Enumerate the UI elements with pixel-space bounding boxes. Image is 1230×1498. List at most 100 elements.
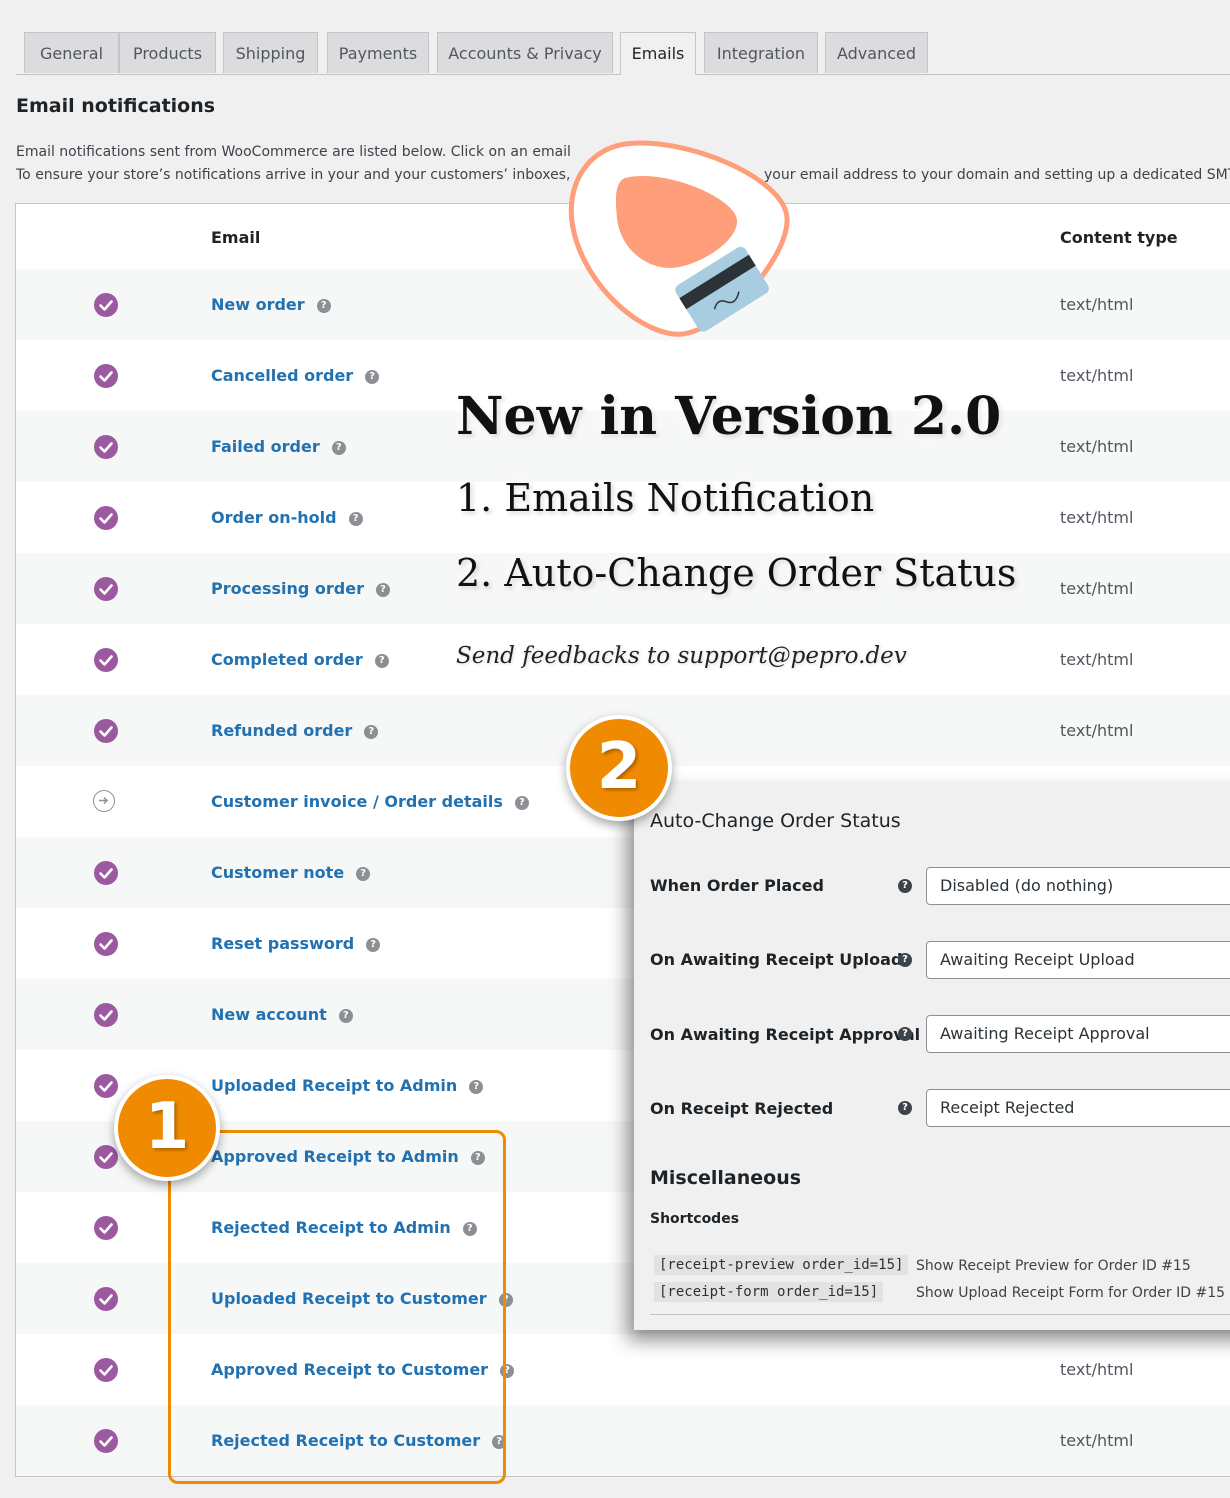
email-link[interactable]: New account?	[211, 1005, 353, 1024]
check-circle-icon	[94, 719, 118, 743]
email-link[interactable]: Failed order?	[211, 437, 346, 456]
select-receipt-rejected[interactable]: Receipt Rejected	[926, 1089, 1230, 1127]
check-circle-icon	[94, 861, 118, 885]
content-type: text/html	[1060, 650, 1134, 669]
shortcode-receipt-form-desc: Show Upload Receipt Form for Order ID #1…	[916, 1285, 1226, 1301]
content-type: text/html	[1060, 1431, 1134, 1450]
check-circle-icon	[94, 1429, 118, 1453]
email-name[interactable]: New account	[211, 1005, 327, 1024]
tab-payments[interactable]: Payments	[327, 32, 429, 73]
field-label-when-order-placed: When Order Placed	[650, 876, 824, 895]
column-header-content-type: Content type	[1060, 228, 1178, 247]
check-circle-icon	[94, 1358, 118, 1382]
miscellaneous-title: Miscellaneous	[650, 1167, 802, 1189]
email-link[interactable]: Cancelled order?	[211, 366, 380, 385]
description-line-1: Email notifications sent from WooCommerc…	[16, 144, 571, 160]
help-icon[interactable]: ?	[331, 440, 346, 455]
receipt-logo-icon	[565, 138, 795, 353]
badge-one: 1	[114, 1075, 220, 1181]
email-link[interactable]: Order on-hold?	[211, 508, 363, 527]
content-type: text/html	[1060, 1360, 1134, 1379]
content-type: text/html	[1060, 721, 1134, 740]
help-icon[interactable]: ?	[469, 1079, 484, 1094]
email-name[interactable]: Cancelled order	[211, 366, 353, 385]
shortcodes-label: Shortcodes	[650, 1211, 740, 1227]
promo-feedback: Send feedbacks to support@pepro.dev	[456, 643, 907, 669]
email-name[interactable]: Failed order	[211, 437, 320, 456]
help-icon[interactable]: ?	[365, 369, 380, 384]
field-label-awaiting-receipt-upload: On Awaiting Receipt Upload	[650, 950, 903, 969]
tab-advanced[interactable]: Advanced	[825, 32, 928, 73]
check-circle-icon	[94, 506, 118, 530]
email-link[interactable]: New order?	[211, 295, 331, 314]
email-name[interactable]: New order	[211, 295, 305, 314]
panel-divider	[650, 1314, 1230, 1315]
help-icon[interactable]: ?	[366, 937, 381, 952]
email-name[interactable]: Refunded order	[211, 721, 352, 740]
email-name[interactable]: Reset password	[211, 934, 354, 953]
select-awaiting-receipt-upload[interactable]: Awaiting Receipt Upload	[926, 941, 1230, 979]
promo-item-1: 1. Emails Notification	[456, 476, 875, 520]
email-name[interactable]: Uploaded Receipt to Admin	[211, 1076, 457, 1095]
settings-tabs: General Products Shipping Payments Accou…	[16, 32, 1230, 75]
content-type: text/html	[1060, 579, 1134, 598]
check-circle-icon	[94, 1287, 118, 1311]
help-icon[interactable]: ?	[375, 582, 390, 597]
help-icon[interactable]: ?	[898, 953, 912, 967]
badge-two: 2	[566, 715, 672, 821]
new-emails-highlight	[168, 1130, 506, 1484]
help-icon[interactable]: ?	[514, 795, 529, 810]
description-line-2-left: To ensure your store’s notifications arr…	[16, 167, 571, 183]
select-awaiting-receipt-approval[interactable]: Awaiting Receipt Approval	[926, 1015, 1230, 1053]
shortcode-receipt-form: [receipt-form order_id=15]	[654, 1282, 884, 1302]
check-circle-icon	[94, 435, 118, 459]
email-name[interactable]: Customer invoice / Order details	[211, 792, 503, 811]
email-name[interactable]: Customer note	[211, 863, 344, 882]
column-header-email: Email	[211, 228, 261, 247]
check-circle-icon	[94, 932, 118, 956]
panel-title: Auto-Change Order Status	[650, 810, 901, 832]
check-circle-icon	[94, 577, 118, 601]
tab-integration[interactable]: Integration	[704, 32, 818, 73]
help-icon[interactable]: ?	[374, 653, 389, 668]
arrow-circle-icon	[93, 790, 115, 812]
email-name[interactable]: Processing order	[211, 579, 364, 598]
check-circle-icon	[94, 648, 118, 672]
content-type: text/html	[1060, 437, 1134, 456]
help-icon[interactable]: ?	[356, 866, 371, 881]
content-type: text/html	[1060, 366, 1134, 385]
check-circle-icon	[94, 1145, 118, 1169]
help-icon[interactable]: ?	[898, 1101, 912, 1115]
promo-title: New in Version 2.0	[456, 386, 1002, 447]
tab-emails[interactable]: Emails	[620, 32, 696, 75]
email-name[interactable]: Completed order	[211, 650, 363, 669]
help-icon[interactable]: ?	[364, 724, 379, 739]
email-link[interactable]: Customer note?	[211, 863, 371, 882]
tab-products[interactable]: Products	[119, 32, 216, 73]
tab-accounts-privacy[interactable]: Accounts & Privacy	[437, 32, 613, 73]
field-label-receipt-rejected: On Receipt Rejected	[650, 1099, 834, 1118]
email-name[interactable]: Order on-hold	[211, 508, 337, 527]
tab-shipping[interactable]: Shipping	[223, 32, 318, 73]
email-link[interactable]: Processing order?	[211, 579, 390, 598]
email-link[interactable]: Customer invoice / Order details?	[211, 792, 529, 811]
help-icon[interactable]: ?	[898, 879, 912, 893]
email-link[interactable]: Completed order?	[211, 650, 389, 669]
tab-general[interactable]: General	[24, 32, 119, 73]
promo-item-2: 2. Auto-Change Order Status	[456, 551, 1017, 595]
email-link[interactable]: Refunded order?	[211, 721, 379, 740]
section-title: Email notifications	[16, 95, 216, 117]
auto-change-order-status-panel: Auto-Change Order Status When Order Plac…	[634, 783, 1230, 1330]
shortcode-receipt-preview: [receipt-preview order_id=15]	[654, 1255, 909, 1275]
help-icon[interactable]: ?	[898, 1027, 912, 1041]
check-circle-icon	[94, 1074, 118, 1098]
description-line-2-right: your email address to your domain and se…	[764, 167, 1230, 183]
check-circle-icon	[94, 293, 118, 317]
help-icon[interactable]: ?	[338, 1008, 353, 1023]
select-when-order-placed[interactable]: Disabled (do nothing)	[926, 867, 1230, 905]
check-circle-icon	[94, 364, 118, 388]
help-icon[interactable]: ?	[348, 511, 363, 526]
email-link[interactable]: Uploaded Receipt to Admin?	[211, 1076, 484, 1095]
help-icon[interactable]: ?	[316, 298, 331, 313]
email-link[interactable]: Reset password?	[211, 934, 381, 953]
